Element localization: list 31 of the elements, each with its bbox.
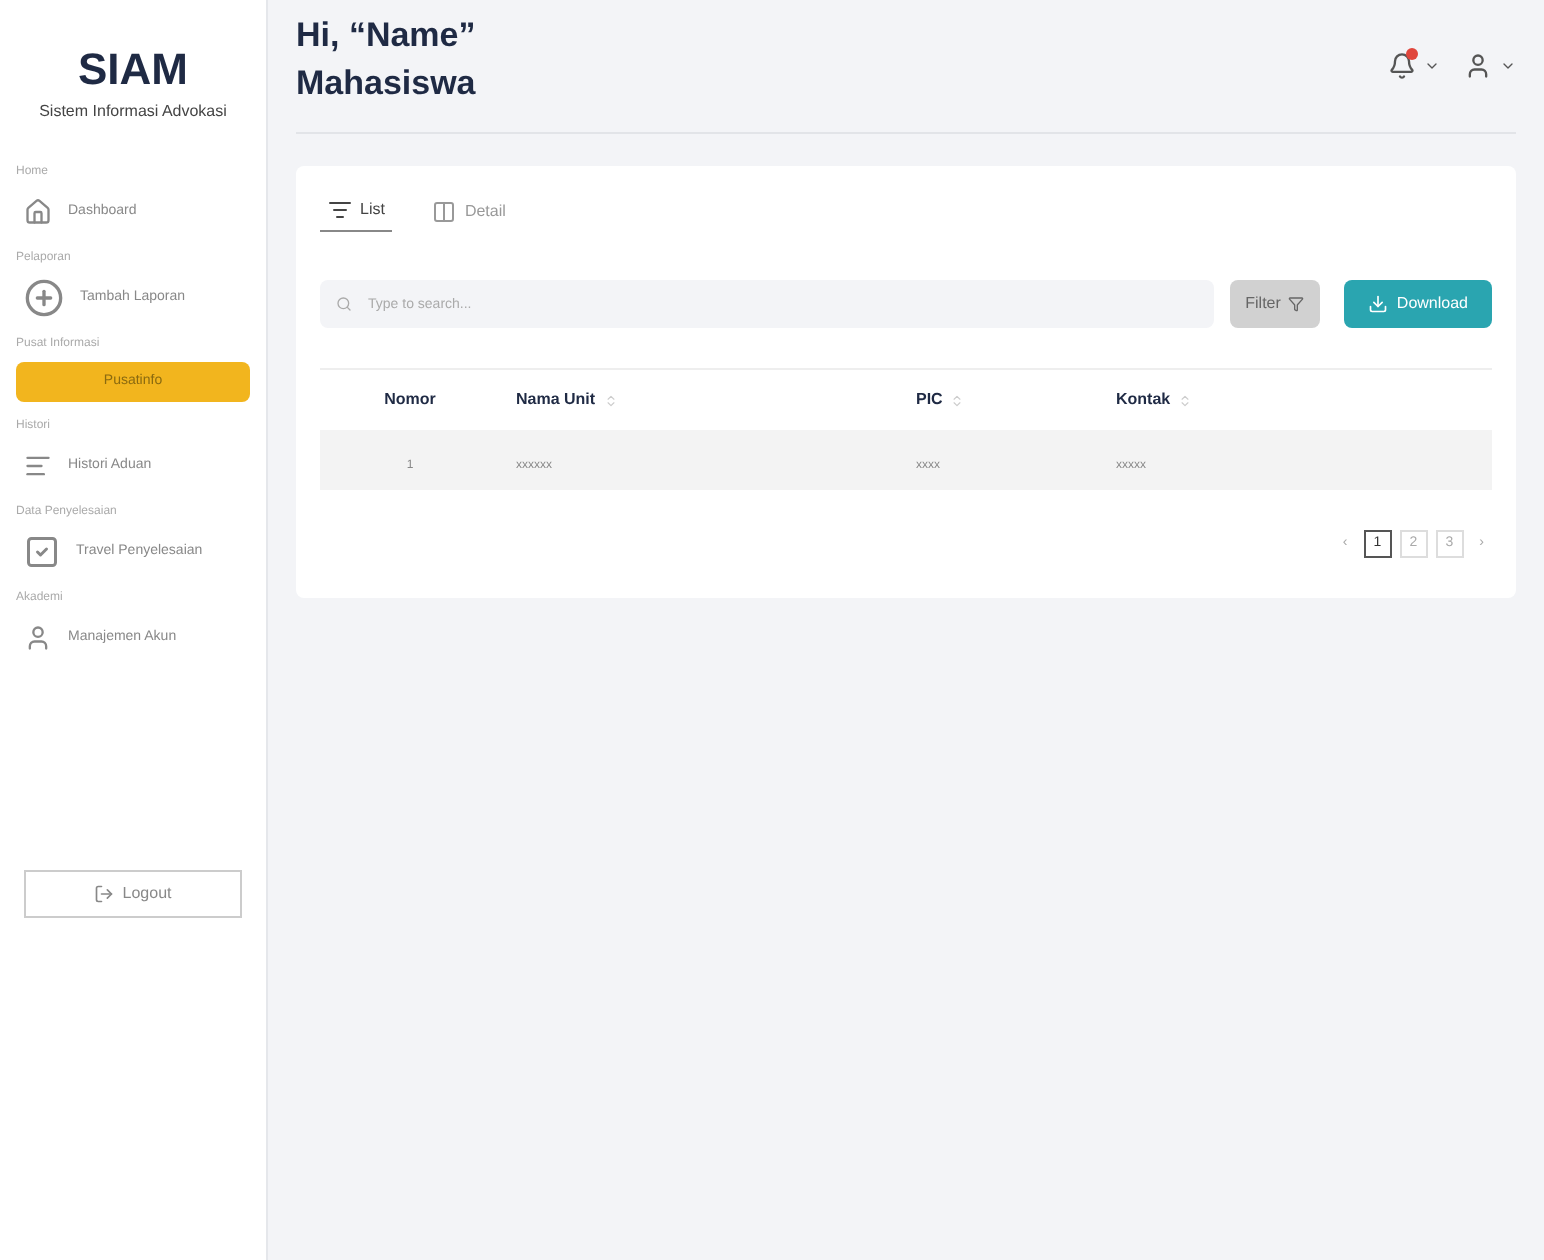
- greeting-title: Hi, “Name”: [296, 14, 476, 58]
- column-header: Kontak: [1116, 388, 1171, 412]
- column-header: Nomor: [384, 388, 436, 412]
- caret-icon: [1500, 58, 1516, 74]
- role-title: Mahasiswa: [296, 62, 476, 106]
- account-button[interactable]: [1464, 52, 1492, 80]
- column-header: Nama Unit: [516, 388, 596, 412]
- logout-icon: [94, 884, 115, 904]
- lines-icon: [24, 452, 52, 480]
- sort-icon[interactable]: [950, 393, 965, 407]
- notification-button[interactable]: [1388, 52, 1416, 80]
- column-header: PIC: [916, 388, 943, 412]
- sort-icon[interactable]: [1178, 393, 1193, 407]
- user-icon: [24, 624, 52, 652]
- panel-icon: [432, 199, 457, 223]
- tab[interactable]: List: [320, 198, 393, 232]
- search-icon: [336, 296, 352, 312]
- logout-button[interactable]: Logout: [24, 870, 242, 918]
- checkbox-icon: [24, 534, 60, 570]
- filter-button[interactable]: Filter: [1229, 280, 1321, 328]
- add-icon: [24, 278, 64, 318]
- home-icon: [24, 198, 52, 226]
- caret-icon: [1424, 58, 1440, 74]
- tab[interactable]: Detail: [424, 198, 514, 232]
- filter-icon: [1288, 296, 1305, 312]
- sort-icon[interactable]: [603, 393, 618, 407]
- brand-title: SIAM: [76, 48, 190, 92]
- list-icon: [328, 198, 352, 222]
- download-icon: [1368, 294, 1389, 314]
- brand-subtitle: Sistem Informasi Advokasi: [37, 100, 229, 124]
- download-button[interactable]: Download: [1344, 280, 1492, 328]
